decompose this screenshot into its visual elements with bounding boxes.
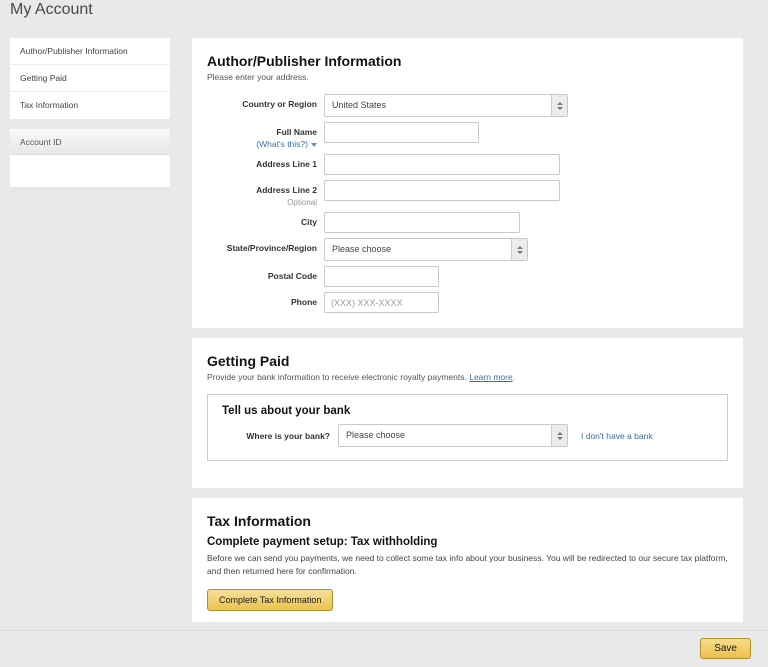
- address-line-1-label: Address Line 1: [207, 154, 317, 175]
- save-button[interactable]: Save: [700, 638, 751, 659]
- author-section-title: Author/Publisher Information: [207, 53, 728, 69]
- address-line-2-row: Address Line 2 Optional: [207, 180, 728, 207]
- sidebar-item-account-id[interactable]: Account ID: [10, 129, 170, 155]
- bank-select-value: Please choose: [346, 430, 405, 440]
- bank-question-row: Where is your bank? Please choose I don'…: [222, 424, 713, 447]
- bank-question-label: Where is your bank?: [222, 431, 330, 441]
- phone-input[interactable]: [324, 292, 439, 313]
- learn-more-suffix: .: [513, 372, 515, 382]
- country-select[interactable]: United States: [324, 94, 568, 117]
- tax-section-title: Tax Information: [207, 513, 728, 529]
- main-content: Author/Publisher Information Please ente…: [192, 38, 743, 622]
- bank-country-select[interactable]: Please choose: [338, 424, 568, 447]
- bank-info-box: Tell us about your bank Where is your ba…: [207, 394, 728, 461]
- country-label: Country or Region: [207, 94, 317, 117]
- full-name-input[interactable]: [324, 122, 479, 143]
- getting-paid-subtitle: Provide your bank information to receive…: [207, 372, 728, 382]
- state-label: State/Province/Region: [207, 238, 317, 261]
- sidebar-account-box: Account ID: [10, 129, 170, 187]
- state-select-value: Please choose: [332, 244, 391, 254]
- full-name-label: Full Name: [207, 127, 317, 137]
- sidebar-item-getting-paid[interactable]: Getting Paid: [10, 65, 170, 92]
- address-line-2-optional-label: Optional: [207, 198, 317, 208]
- address-line-2-label: Address Line 2: [207, 185, 317, 195]
- whats-this-link[interactable]: (What's this?): [207, 139, 317, 149]
- select-stepper-icon: [551, 95, 567, 116]
- postal-code-row: Postal Code: [207, 266, 728, 287]
- state-select[interactable]: Please choose: [324, 238, 528, 261]
- chevron-down-icon: [311, 143, 317, 147]
- country-row: Country or Region United States: [207, 94, 728, 117]
- author-publisher-section: Author/Publisher Information Please ente…: [192, 38, 743, 328]
- address-line-1-row: Address Line 1: [207, 154, 728, 175]
- page-title: My Account: [10, 1, 93, 19]
- footer-divider: [0, 630, 768, 631]
- full-name-row: Full Name (What's this?): [207, 122, 728, 149]
- city-input[interactable]: [324, 212, 520, 233]
- getting-paid-section: Getting Paid Provide your bank informati…: [192, 338, 743, 488]
- complete-tax-information-button[interactable]: Complete Tax Information: [207, 589, 333, 611]
- sidebar: Author/Publisher Information Getting Pai…: [10, 38, 170, 187]
- bank-box-title: Tell us about your bank: [222, 405, 713, 417]
- state-row: State/Province/Region Please choose: [207, 238, 728, 261]
- tax-section-body: Before we can send you payments, we need…: [207, 552, 728, 578]
- select-stepper-icon: [551, 425, 567, 446]
- postal-code-label: Postal Code: [207, 266, 317, 287]
- tax-information-section: Tax Information Complete payment setup: …: [192, 498, 743, 622]
- sidebar-item-tax-information[interactable]: Tax Information: [10, 92, 170, 119]
- tax-section-subtitle: Complete payment setup: Tax withholding: [207, 536, 728, 548]
- author-section-subtitle: Please enter your address.: [207, 72, 728, 82]
- phone-row: Phone: [207, 292, 728, 313]
- city-label: City: [207, 212, 317, 233]
- city-row: City: [207, 212, 728, 233]
- address-form: Country or Region United States Full Nam…: [207, 94, 728, 313]
- no-bank-link[interactable]: I don't have a bank: [581, 431, 653, 441]
- select-stepper-icon: [511, 239, 527, 260]
- country-select-value: United States: [332, 100, 386, 110]
- learn-more-link[interactable]: Learn more: [469, 372, 512, 382]
- address-line-1-input[interactable]: [324, 154, 560, 175]
- phone-label: Phone: [207, 292, 317, 313]
- sidebar-nav-box: Author/Publisher Information Getting Pai…: [10, 38, 170, 119]
- address-line-2-input[interactable]: [324, 180, 560, 201]
- postal-code-input[interactable]: [324, 266, 439, 287]
- account-id-empty-area: [10, 155, 170, 187]
- sidebar-item-author-publisher-information[interactable]: Author/Publisher Information: [10, 38, 170, 65]
- getting-paid-title: Getting Paid: [207, 353, 728, 369]
